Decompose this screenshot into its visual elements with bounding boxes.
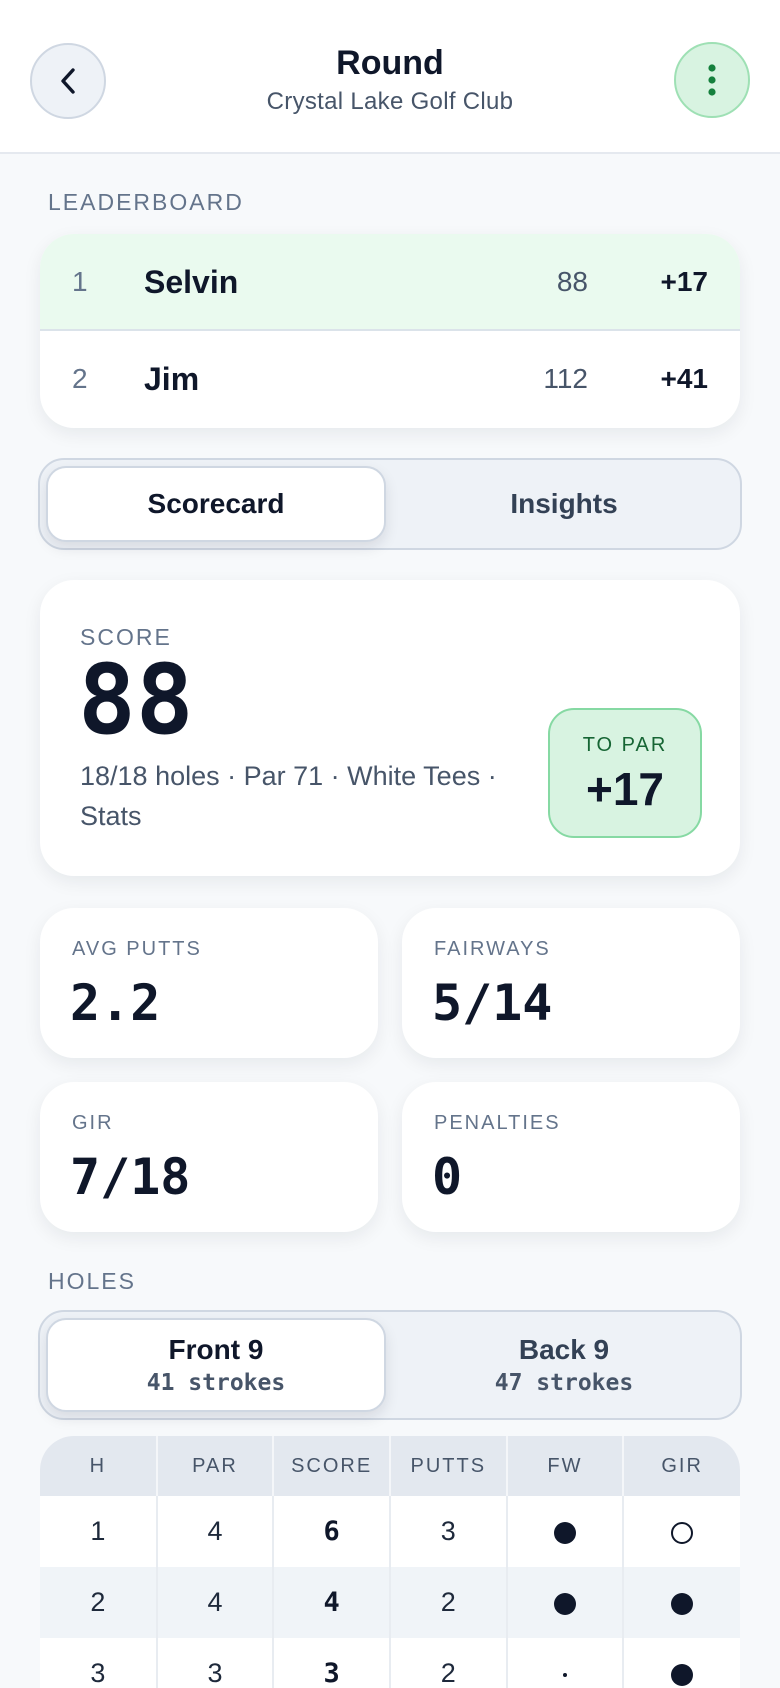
- hole-par: 4: [156, 1567, 275, 1638]
- stat-value: 2.2: [70, 974, 161, 1032]
- gir-cell: [623, 1567, 740, 1638]
- hole-par: 4: [156, 1496, 275, 1567]
- total-score: 88: [78, 644, 194, 756]
- fairway-hit-icon: [553, 1521, 576, 1544]
- hole-score: 4: [273, 1567, 391, 1638]
- player-rank: 2: [72, 363, 88, 394]
- gir-missed-icon: [671, 1521, 694, 1544]
- player-name: Jim: [144, 361, 200, 397]
- stat-label: FAIRWAYS: [434, 938, 551, 960]
- header: Round Crystal Lake Golf Club: [0, 0, 780, 154]
- tab-front-9-strokes: 41 strokes: [146, 1370, 286, 1396]
- fairway-hit-cell: [506, 1567, 625, 1638]
- hole-number: 2: [40, 1567, 158, 1638]
- tab-back-9[interactable]: Back 9 47 strokes: [394, 1318, 734, 1412]
- player-to-par: +17: [660, 266, 709, 297]
- fairway-na-cell: [506, 1638, 625, 1688]
- tab-insights-label: Insights: [510, 488, 618, 519]
- to-par-badge: TO PAR +17: [548, 708, 702, 838]
- nine-tabs: Front 9 41 strokes Back 9 47 strokes: [38, 1310, 742, 1420]
- to-par-label: TO PAR: [582, 734, 668, 756]
- player-name: Selvin: [144, 264, 239, 300]
- gir-hit-icon: [671, 1663, 694, 1686]
- hole-score: 6: [273, 1496, 391, 1567]
- leaderboard-row[interactable]: 1 Selvin 88 +17: [40, 234, 740, 331]
- player-score: 88: [556, 266, 588, 297]
- fairway-hit-cell: [506, 1496, 625, 1567]
- player-to-par: +41: [660, 363, 709, 394]
- player-score: 112: [543, 363, 588, 394]
- tab-front-9-label: Front 9: [168, 1334, 264, 1365]
- stat-value: 5/14: [432, 974, 553, 1032]
- fairway-hit-icon: [553, 1592, 576, 1615]
- hole-putts: 2: [389, 1638, 508, 1688]
- leaderboard-row[interactable]: 2 Jim 112 +41: [40, 331, 740, 428]
- stat-label: AVG PUTTS: [72, 938, 202, 960]
- hole-number: 1: [40, 1496, 158, 1567]
- fairway-na-icon: [562, 1672, 567, 1677]
- tab-back-9-label: Back 9: [518, 1334, 610, 1365]
- hole-number: 3: [40, 1638, 158, 1688]
- score-card: SCORE 88 18/18 holes · Par 71 · White Te…: [40, 580, 740, 876]
- more-vertical-icon: [708, 64, 716, 96]
- gir-cell: [623, 1496, 740, 1567]
- gir-hit-icon: [671, 1592, 694, 1615]
- stat-card-penalties: PENALTIES 0: [402, 1082, 740, 1232]
- column-header: PAR: [156, 1436, 275, 1496]
- player-rank: 1: [72, 266, 88, 297]
- tab-scorecard[interactable]: Scorecard: [46, 466, 386, 542]
- table-header-row: H PAR SCORE PUTTS FW GIR: [40, 1436, 740, 1496]
- view-tabs: Scorecard Insights: [38, 458, 742, 550]
- table-row[interactable]: 2 4 4 2: [40, 1567, 740, 1638]
- holes-table: H PAR SCORE PUTTS FW GIR 1 4 6 3 2 4 4 2: [40, 1436, 740, 1688]
- stat-value: 0: [432, 1148, 463, 1206]
- column-header: PUTTS: [389, 1436, 508, 1496]
- tab-scorecard-label: Scorecard: [147, 488, 285, 519]
- tab-back-9-strokes: 47 strokes: [494, 1370, 634, 1396]
- stat-card-fairways: FAIRWAYS 5/14: [402, 908, 740, 1058]
- tab-front-9[interactable]: Front 9 41 strokes: [46, 1318, 386, 1412]
- stat-card-gir: GIR 7/18: [40, 1082, 378, 1232]
- page-title: Round: [336, 44, 444, 82]
- column-header: GIR: [623, 1436, 740, 1496]
- table-row[interactable]: 1 4 6 3: [40, 1496, 740, 1567]
- hole-putts: 2: [389, 1567, 508, 1638]
- leaderboard-label: LEADERBOARD: [48, 189, 244, 215]
- hole-score: 3: [273, 1638, 391, 1688]
- holes-label: HOLES: [48, 1268, 136, 1294]
- gir-cell: [623, 1638, 740, 1688]
- tab-insights[interactable]: Insights: [394, 466, 734, 542]
- column-header: SCORE: [273, 1436, 391, 1496]
- column-header: FW: [506, 1436, 625, 1496]
- stat-label: GIR: [72, 1112, 114, 1134]
- column-header: H: [40, 1436, 158, 1496]
- leaderboard: 1 Selvin 88 +17 2 Jim 112 +41: [40, 234, 740, 428]
- stat-card-avg-putts: AVG PUTTS 2.2: [40, 908, 378, 1058]
- stat-label: PENALTIES: [434, 1112, 561, 1134]
- hole-par: 3: [156, 1638, 275, 1688]
- round-details: 18/18 holes · Par 71 · White Tees · Stat…: [80, 761, 497, 831]
- stat-value: 7/18: [70, 1148, 191, 1206]
- to-par-value: +17: [585, 763, 665, 815]
- more-options-button[interactable]: [674, 42, 750, 118]
- course-name: Crystal Lake Golf Club: [266, 88, 514, 115]
- table-row[interactable]: 3 3 3 2: [40, 1638, 740, 1688]
- hole-putts: 3: [389, 1496, 508, 1567]
